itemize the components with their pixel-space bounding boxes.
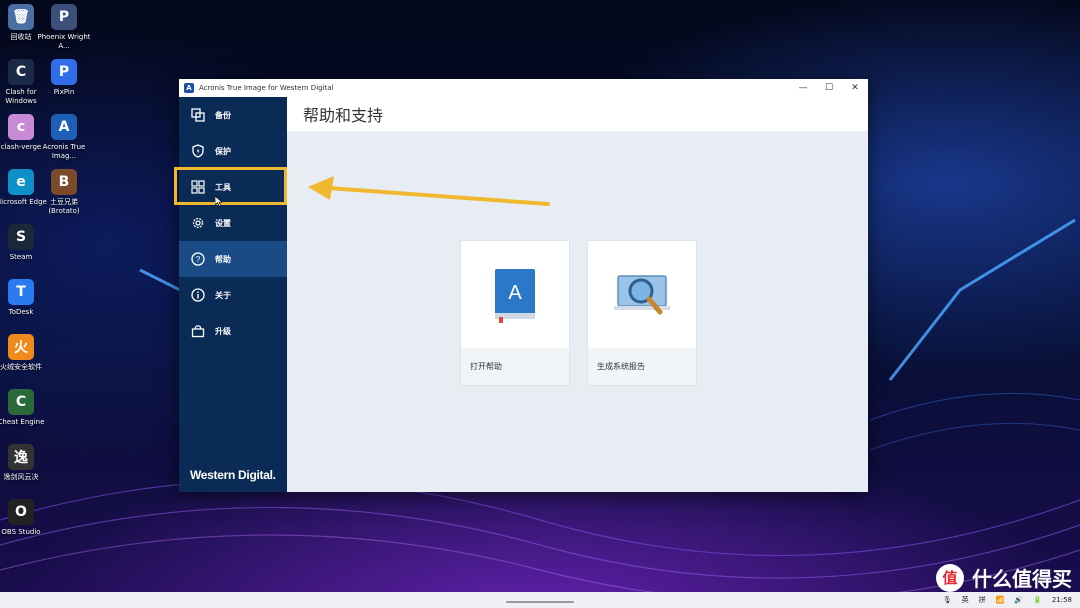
battery-icon[interactable]: 🔋	[1033, 596, 1042, 604]
card-label: 生成系统报告	[597, 362, 645, 371]
card-image	[588, 241, 696, 348]
taskbar-handle[interactable]	[506, 601, 574, 603]
desktop-icon-label: ToDesk	[8, 308, 34, 316]
desktop-icon-label: Cheat Engine	[0, 418, 45, 426]
mouse-cursor-icon	[215, 196, 223, 207]
window-titlebar[interactable]: A Acronis True Image for Western Digital…	[179, 79, 868, 98]
app-icon: S	[8, 224, 34, 250]
sidebar-item-label: 关于	[215, 290, 231, 300]
app-icon: T	[8, 279, 34, 305]
desktop-icon[interactable]: T ToDesk	[0, 279, 51, 317]
desktop-icon[interactable]: O OBS Studio	[0, 499, 51, 537]
magnifier-laptop-icon	[614, 274, 670, 314]
desktop-icon[interactable]: 火火绒安全软件	[0, 334, 51, 372]
desktop-icon-label: 回收站	[10, 33, 32, 41]
maximize-button[interactable]: ☐	[816, 79, 842, 97]
sidebar-item-info[interactable]: 关于	[179, 277, 287, 313]
info-icon	[190, 287, 206, 303]
book-letter: A	[508, 282, 522, 304]
acronis-logo-icon: A	[184, 83, 194, 93]
app-icon: c	[8, 114, 34, 140]
sidebar-item-cart[interactable]: 升级	[179, 313, 287, 349]
minimize-button[interactable]: —	[790, 79, 816, 97]
gear-icon	[190, 215, 206, 231]
page-header: 帮助和支持	[287, 97, 868, 131]
desktop-icon-label: PixPin	[53, 88, 75, 96]
app-icon: C	[8, 59, 34, 85]
sidebar-item-help[interactable]: ? 帮助	[179, 241, 287, 277]
app-icon: P	[51, 4, 77, 30]
sidebar-item-label: 帮助	[215, 254, 231, 264]
desktop-icon[interactable]: A Acronis True Imag...	[34, 114, 94, 161]
svg-text:?: ?	[196, 255, 201, 264]
watermark: 值 什么值得买	[936, 563, 1072, 592]
taskbar: 🎙 英 拼 📶 🔊 🔋 21:58	[0, 592, 1080, 608]
page-title: 帮助和支持	[303, 106, 384, 125]
app-icon: e	[8, 169, 34, 195]
desktop-icon[interactable]: C Cheat Engine	[0, 389, 51, 427]
sidebar-item-label: 保护	[215, 146, 231, 156]
system-tray: 🎙 英 拼 📶 🔊 🔋 21:58	[923, 595, 1072, 605]
desktop-icon-label: Acronis True Imag...	[42, 143, 86, 160]
watermark-logo-icon: 值	[936, 563, 964, 592]
ime-pinyin-indicator[interactable]: 拼	[979, 596, 986, 604]
window-title: Acronis True Image for Western Digital	[199, 84, 334, 92]
desktop-icon-label: Steam	[9, 253, 33, 261]
annotation-arrow	[308, 176, 550, 206]
watermark-text: 什么值得买	[972, 567, 1072, 591]
app-icon: 逸	[8, 444, 34, 470]
sidebar-item-copy[interactable]: 备份	[179, 97, 287, 133]
sidebar-item-label: 升级	[215, 326, 231, 336]
sidebar-item-gear[interactable]: 设置	[179, 205, 287, 241]
microphone-icon[interactable]: 🎙	[943, 596, 952, 604]
desktop-icon-label: 逸剑风云决	[3, 473, 39, 481]
ime-english-indicator[interactable]: 英	[962, 596, 969, 604]
sidebar: 备份 保护 工具 设置? 帮助 关于 升级 Western Digital.	[179, 97, 287, 492]
western-digital-logo: Western Digital.	[190, 468, 276, 482]
open-help-card[interactable]: A 打开帮助	[460, 240, 570, 386]
desktop-icon-label: Phoenix Wright A...	[37, 33, 91, 50]
desktop-icon[interactable]: P Phoenix Wright A...	[34, 4, 94, 51]
help-icon: ?	[190, 251, 206, 267]
app-icon: A	[51, 114, 77, 140]
acronis-window: A Acronis True Image for Western Digital…	[179, 79, 868, 492]
wifi-icon[interactable]: 📶	[996, 596, 1005, 604]
shield-icon	[190, 143, 206, 159]
close-button[interactable]: ✕	[842, 79, 868, 97]
app-icon: B	[51, 169, 77, 195]
desktop-icon[interactable]: 逸逸剑风云决	[0, 444, 51, 482]
desktop-icon[interactable]: P PixPin	[34, 59, 94, 97]
clock[interactable]: 21:58	[1052, 596, 1072, 604]
sidebar-item-label: 备份	[215, 110, 231, 120]
book-icon: A	[495, 268, 535, 323]
app-icon: 🗑	[8, 4, 34, 30]
sidebar-item-label: 设置	[215, 218, 231, 228]
app-icon: C	[8, 389, 34, 415]
desktop-icon[interactable]: S Steam	[0, 224, 51, 262]
copy-icon	[190, 107, 206, 123]
cart-icon	[190, 323, 206, 339]
desktop-icon-label: OBS Studio	[1, 528, 41, 536]
app-icon: 火	[8, 334, 34, 360]
system-report-card[interactable]: 生成系统报告	[587, 240, 697, 386]
desktop-icon-label: 火绒安全软件	[0, 363, 42, 371]
annotation-highlight-box	[174, 167, 287, 205]
desktop-icon[interactable]: B 土豆兄弟 (Brotato)	[34, 169, 94, 216]
app-icon: P	[51, 59, 77, 85]
volume-icon[interactable]: 🔊	[1014, 596, 1023, 604]
desktop-icon-label: 土豆兄弟 (Brotato)	[48, 198, 80, 215]
card-image: A	[461, 241, 569, 348]
card-label: 打开帮助	[470, 362, 502, 371]
app-icon: O	[8, 499, 34, 525]
sidebar-item-shield[interactable]: 保护	[179, 133, 287, 169]
